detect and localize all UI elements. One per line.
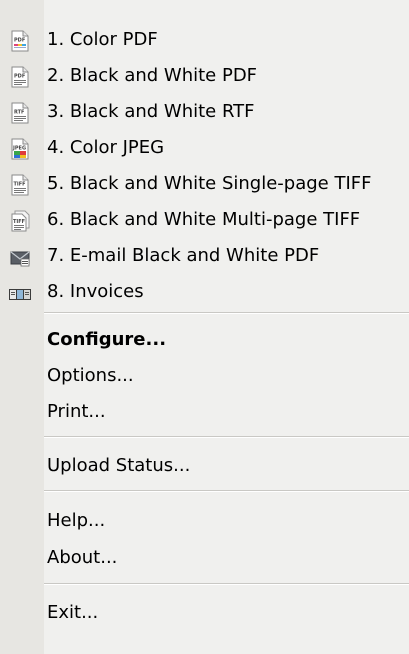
menu-item-label: Print... — [47, 401, 106, 422]
menu-item-label: 8. Invoices — [47, 281, 144, 302]
svg-text:PDF: PDF — [14, 74, 25, 80]
menu-separator — [44, 583, 409, 585]
menu-item-options[interactable]: Options... — [0, 358, 409, 394]
menu-item-bw-pdf[interactable]: PDF 2. Black and White PDF — [0, 58, 409, 94]
svg-text:TIFF: TIFF — [13, 219, 25, 225]
menu-item-configure[interactable]: Configure... — [0, 322, 409, 358]
menu-separator — [44, 490, 409, 492]
pdf-color-icon: PDF — [11, 30, 29, 52]
menu-item-exit[interactable]: Exit... — [0, 595, 409, 631]
menu-item-upload-status[interactable]: Upload Status... — [0, 448, 409, 484]
menu-item-help[interactable]: Help... — [0, 503, 409, 539]
pdf-icon: PDF — [11, 66, 29, 88]
menu-item-label: Exit... — [47, 602, 99, 623]
menu-item-color-jpeg[interactable]: JPEG 4. Color JPEG — [0, 130, 409, 166]
menu-item-label: 6. Black and White Multi-page TIFF — [47, 209, 361, 230]
menu-separator — [44, 436, 409, 438]
menu-item-bw-single-tiff[interactable]: TIFF 5. Black and White Single-page TIFF — [0, 166, 409, 202]
menu-item-bw-rtf[interactable]: RTF 3. Black and White RTF — [0, 94, 409, 130]
svg-text:RTF: RTF — [14, 110, 24, 116]
context-menu: PDF 1. Color PDF PDF 2. Black and White … — [0, 0, 409, 654]
menu-item-label: 7. E-mail Black and White PDF — [47, 245, 320, 266]
menu-item-email-bw-pdf[interactable]: 7. E-mail Black and White PDF — [0, 238, 409, 274]
menu-item-label: Upload Status... — [47, 455, 191, 476]
menu-item-print[interactable]: Print... — [0, 394, 409, 430]
svg-text:TIFF: TIFF — [14, 182, 26, 188]
email-icon — [10, 251, 30, 267]
menu-separator — [44, 312, 409, 314]
menu-item-invoices[interactable]: 8. Invoices — [0, 274, 409, 310]
menu-item-color-pdf[interactable]: PDF 1. Color PDF — [0, 22, 409, 58]
menu-item-about[interactable]: About... — [0, 540, 409, 576]
svg-text:JPEG: JPEG — [12, 146, 26, 152]
menu-item-label: Configure... — [47, 329, 167, 350]
tiff-icon: TIFF — [11, 174, 29, 196]
menu-item-label: About... — [47, 547, 118, 568]
rtf-icon: RTF — [11, 102, 29, 124]
menu-item-label: 1. Color PDF — [47, 29, 158, 50]
menu-item-label: Help... — [47, 510, 106, 531]
tiff-multipage-icon: TIFF — [11, 210, 30, 232]
svg-text:PDF: PDF — [14, 38, 25, 44]
menu-item-label: 4. Color JPEG — [47, 137, 165, 158]
menu-item-label: 3. Black and White RTF — [47, 101, 255, 122]
jpeg-icon: JPEG — [11, 138, 29, 160]
menu-item-label: Options... — [47, 365, 134, 386]
menu-item-label: 2. Black and White PDF — [47, 65, 258, 86]
menu-item-bw-multi-tiff[interactable]: TIFF 6. Black and White Multi-page TIFF — [0, 202, 409, 238]
menu-item-label: 5. Black and White Single-page TIFF — [47, 173, 372, 194]
invoices-icon — [9, 289, 31, 300]
